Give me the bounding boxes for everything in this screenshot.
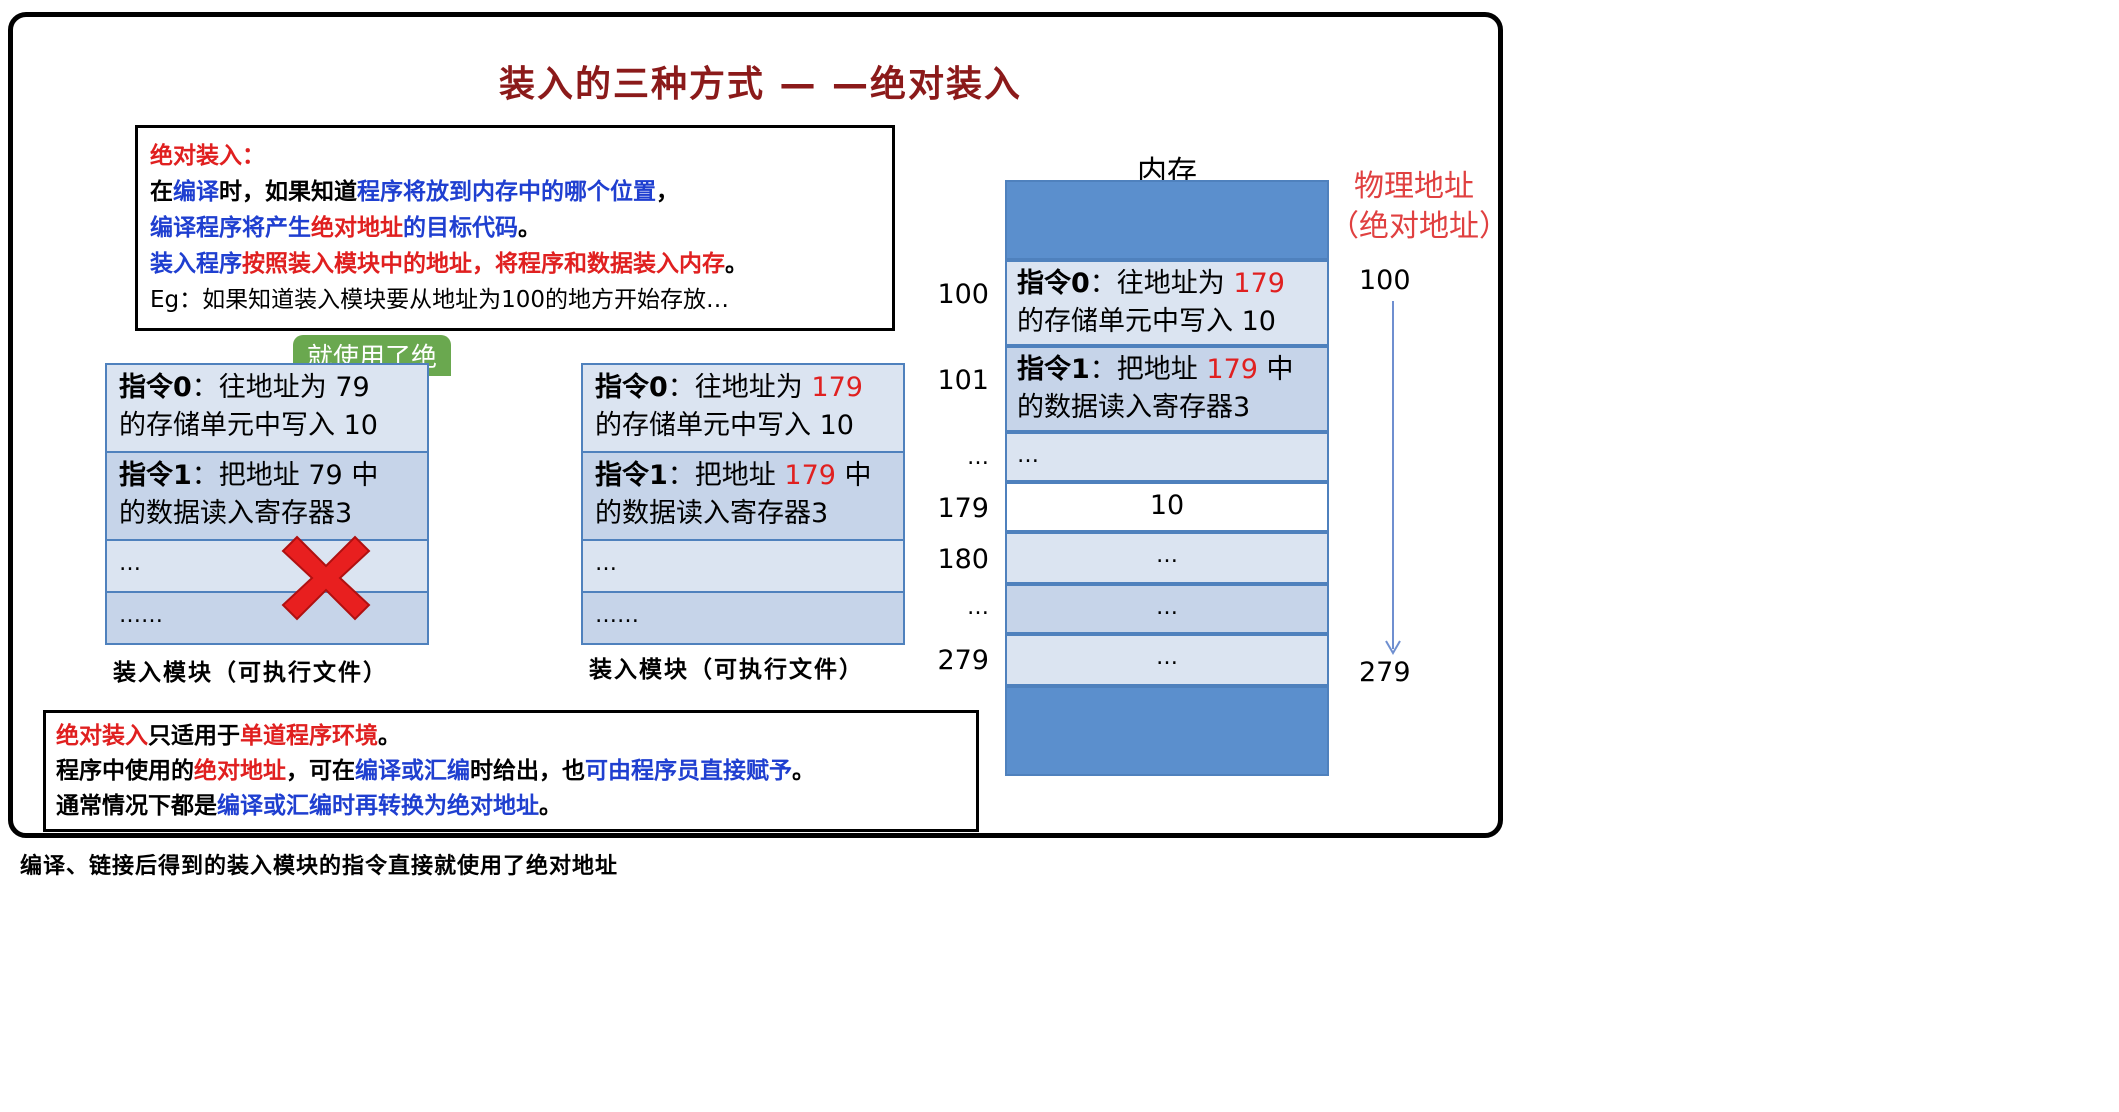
notes-box: 绝对装入只适用于单道程序环境。 程序中使用的绝对地址，可在编译或汇编时给出，也可… (43, 710, 979, 832)
memory-bottom-block (1005, 686, 1329, 776)
right-module-row-2: … (583, 541, 903, 593)
definition-box: 绝对装入： 在编译时，如果知道程序将放到内存中的哪个位置， 编译程序将产生绝对地… (135, 125, 895, 331)
definition-line-3: 装入程序按照装入模块中的地址，将程序和数据装入内存。 (150, 251, 748, 277)
definition-line-2: 编译程序将产生绝对地址的目标代码。 (150, 215, 541, 241)
right-module-row-1: 指令1：把地址 179 中的数据读入寄存器3 (583, 453, 903, 541)
notes-line-2: 程序中使用的绝对地址，可在编译或汇编时给出，也可由程序员直接赋予。 (56, 758, 815, 784)
range-start-label: 100 (1359, 265, 1411, 296)
physical-address-label: 物理地址 （绝对地址） (1329, 169, 1509, 244)
address-gap-1: … (967, 445, 989, 470)
memory-cell-100: 指令0：往地址为 179 的存储单元中写入 10 (1005, 260, 1329, 346)
red-cross-icon (281, 535, 371, 621)
memory-cell-101: 指令1：把地址 179 中的数据读入寄存器3 (1005, 346, 1329, 432)
right-load-module: 指令0：往地址为 179 的存储单元中写入 10 指令1：把地址 179 中的数据… (581, 363, 905, 645)
page-title: 装入的三种方式 — —绝对装入 (498, 64, 1023, 105)
address-100: 100 (937, 279, 989, 310)
address-179: 179 (937, 493, 989, 524)
left-module-row-2: … (107, 541, 427, 593)
memory-top-block (1005, 180, 1329, 260)
range-arrow-icon (1385, 301, 1401, 655)
right-module-caption: 装入模块（可执行文件） (589, 657, 864, 683)
definition-line-4: Eg：如果知道装入模块要从地址为100的地方开始存放… (150, 287, 730, 313)
left-load-module: 指令0：往地址为 79 的存储单元中写入 10 指令1：把地址 79 中的数据读入… (105, 363, 429, 645)
memory-cell-180: … (1005, 532, 1329, 584)
left-module-row-0: 指令0：往地址为 79 的存储单元中写入 10 (107, 365, 427, 453)
slide-frame: 装入的三种方式 — —绝对装入 绝对装入： 在编译时，如果知道程序将放到内存中的… (8, 12, 1509, 838)
memory-cell-279: … (1005, 634, 1329, 686)
address-101: 101 (937, 365, 989, 396)
memory-cell-179: 10 (1005, 482, 1329, 532)
right-module-row-3: …… (583, 593, 903, 643)
memory-cell-gap-1: … (1005, 432, 1329, 482)
address-gap-2: … (967, 595, 989, 620)
definition-line-1: 在编译时，如果知道程序将放到内存中的哪个位置， (150, 179, 679, 205)
address-180: 180 (937, 544, 989, 575)
definition-heading: 绝对装入： (150, 143, 265, 169)
range-end-label: 279 (1359, 657, 1411, 688)
notes-line-1: 绝对装入只适用于单道程序环境。 (56, 723, 401, 749)
left-module-row-3: …… (107, 593, 427, 643)
memory-cell-gap-2: … (1005, 584, 1329, 634)
notes-line-3: 通常情况下都是编译或汇编时再转换为绝对地址。 (56, 793, 562, 819)
left-module-caption: 装入模块（可执行文件） (113, 660, 388, 686)
right-module-row-0: 指令0：往地址为 179 的存储单元中写入 10 (583, 365, 903, 453)
left-module-row-1: 指令1：把地址 79 中的数据读入寄存器3 (107, 453, 427, 541)
address-279: 279 (937, 645, 989, 676)
bottom-caption: 编译、链接后得到的装入模块的指令直接就使用了绝对地址 (20, 854, 619, 879)
